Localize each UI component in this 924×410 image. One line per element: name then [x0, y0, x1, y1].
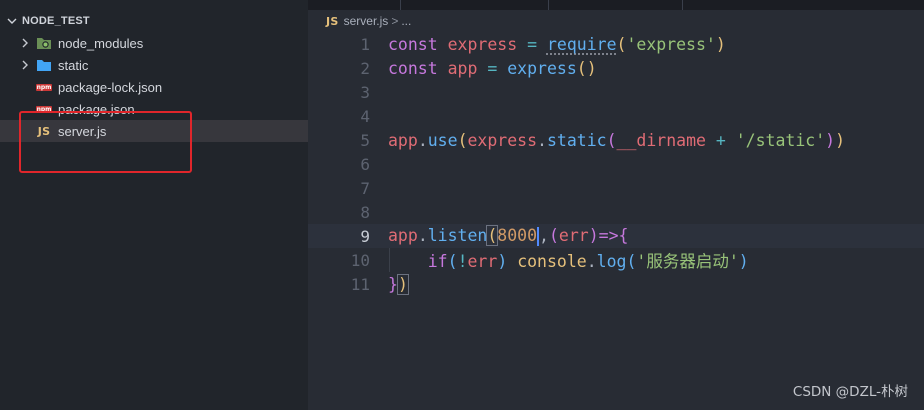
code-text[interactable]: app.listen(8000 ,(err)=>{ — [388, 225, 628, 246]
current-code-line[interactable]: 9 app.listen(8000 ,(err)=>{ — [308, 224, 924, 248]
js-icon: JS — [326, 14, 339, 28]
code-text[interactable]: app.use(express.static(__dirname + '/sta… — [388, 131, 845, 150]
line-number: 8 — [360, 202, 370, 222]
code-text[interactable]: const app = express() — [388, 59, 597, 78]
code-text[interactable]: }) — [388, 273, 409, 295]
line-number: 6 — [360, 154, 370, 174]
tree-item-label: package-lock.json — [58, 79, 163, 95]
indent-guide — [389, 248, 390, 272]
tree-item-package-json[interactable]: npm package.json — [0, 98, 308, 120]
code-lines[interactable]: 1 const express = require('express') 2 c… — [308, 32, 924, 296]
explorer-section-header[interactable]: NODE_TEST — [0, 10, 308, 32]
tree-item-package-lock-json[interactable]: npm package-lock.json — [0, 76, 308, 98]
line-number: 9 — [360, 226, 370, 246]
breadcrumb-more[interactable]: ... — [401, 14, 411, 28]
line-number: 1 — [360, 34, 370, 54]
line-number: 3 — [360, 82, 370, 102]
code-line[interactable]: 6 — [308, 152, 924, 176]
code-line[interactable]: 5 app.use(express.static(__dirname + '/s… — [308, 128, 924, 152]
tree-item-label: server.js — [58, 123, 107, 139]
npm-icon: npm — [36, 83, 52, 91]
code-text[interactable]: if(!err) console.log('服务器启动') — [388, 248, 749, 272]
npm-icon: npm — [36, 105, 52, 113]
code-line[interactable]: 8 — [308, 200, 924, 224]
code-text[interactable]: const express = require('express') — [388, 35, 726, 54]
tree-item-label: package.json — [58, 101, 135, 117]
tree-item-label: static — [58, 57, 89, 73]
explorer-sidebar: NODE_TEST node_modules static npm packag… — [0, 0, 308, 410]
chevron-right-icon[interactable] — [19, 37, 31, 49]
explorer-title: NODE_TEST — [22, 15, 90, 27]
code-editor[interactable]: JS server.js > ... 1 const express = req… — [308, 0, 924, 410]
tree-item-node-modules[interactable]: node_modules — [0, 32, 308, 54]
line-number: 2 — [360, 58, 370, 78]
chevron-down-icon[interactable] — [6, 15, 18, 27]
tree-item-label: node_modules — [58, 35, 144, 51]
tree-item-server-js[interactable]: JS server.js — [0, 120, 308, 142]
line-number: 11 — [350, 274, 370, 294]
breadcrumb-separator: > — [391, 14, 399, 28]
code-line[interactable]: 3 — [308, 80, 924, 104]
watermark: CSDN @DZL-朴树 — [792, 384, 908, 400]
code-line[interactable]: 2 const app = express() — [308, 56, 924, 80]
code-line[interactable]: 1 const express = require('express') — [308, 32, 924, 56]
line-number: 10 — [350, 250, 370, 270]
tree-item-static[interactable]: static — [0, 54, 308, 76]
vscode-window: NODE_TEST node_modules static npm packag… — [0, 0, 924, 410]
js-icon: JS — [37, 124, 51, 138]
breadcrumb: JS server.js > ... — [308, 10, 924, 32]
file-tree: node_modules static npm package-lock.jso… — [0, 32, 308, 142]
node-folder-icon — [35, 36, 53, 50]
code-line[interactable]: 11 }) — [308, 272, 924, 296]
folder-icon — [35, 58, 53, 72]
tab-bar — [308, 0, 924, 10]
code-line[interactable]: 4 — [308, 104, 924, 128]
line-number: 7 — [360, 178, 370, 198]
breadcrumb-file[interactable]: server.js — [344, 14, 389, 28]
line-number: 4 — [360, 106, 370, 126]
code-line[interactable]: 7 — [308, 176, 924, 200]
code-line[interactable]: 10 if(!err) console.log('服务器启动') — [308, 248, 924, 272]
chevron-right-icon[interactable] — [19, 59, 31, 71]
line-number: 5 — [360, 130, 370, 150]
